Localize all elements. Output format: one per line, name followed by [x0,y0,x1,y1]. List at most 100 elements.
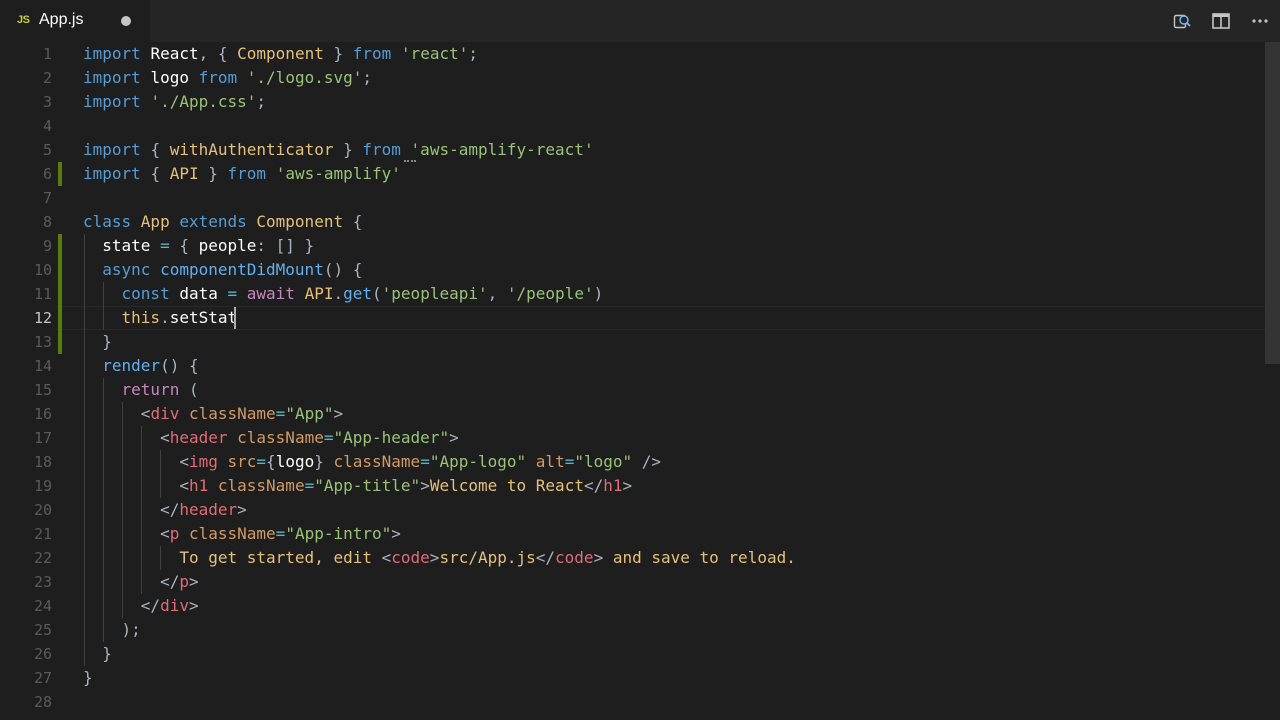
code-line[interactable]: 6 import { API } from 'aws-amplify' [0,162,1265,186]
code-line[interactable]: 9 state = { people: [] } [0,234,1265,258]
code-line[interactable]: 10 async componentDidMount() { [0,258,1265,282]
code-token: state [83,236,161,255]
code-token: React [150,44,199,63]
code-token: { [150,164,170,183]
code-token: src [227,452,257,471]
code-token: componentDidMount [160,260,324,279]
code-editor[interactable]: 1 import React, { Component } from 'react… [0,42,1280,720]
line-number: 3 [42,93,52,111]
code-text: import React, { Component } from 'react'… [83,42,478,66]
code-line[interactable]: 11 const data = await API.get('peopleapi… [0,282,1265,306]
code-token: ( [372,284,382,303]
code-token: '/people' [506,284,594,303]
code-token: className [188,524,276,543]
code-token: withAuthenticator [169,140,334,159]
code-line[interactable]: 23 </p> [0,570,1265,594]
code-line[interactable]: 21 <p className="App-intro"> [0,522,1265,546]
more-actions-icon[interactable] [1250,11,1270,31]
code-token: < [83,452,189,471]
code-line[interactable]: 8 class App extends Component { [0,210,1265,234]
editor-tab-bar: JS App.js [0,0,1280,42]
code-token: img [188,452,228,471]
code-line[interactable]: 12 this.setStat [0,306,1265,330]
code-line[interactable]: 16 <div className="App"> [0,402,1265,426]
code-token: and save to reload. [612,548,796,567]
code-text: async componentDidMount() { [83,258,362,282]
unsaved-changes-dot-icon[interactable] [121,16,131,26]
code-token: < [83,524,170,543]
code-token: </ [535,548,556,567]
code-line[interactable]: 25 ); [0,618,1265,642]
code-token: 'peopleapi' [381,284,488,303]
line-number: 16 [33,405,52,423]
line-number: 5 [42,141,52,159]
scrollbar-thumb[interactable] [1265,42,1280,364]
code-line[interactable]: 19 <h1 className="App-title">Welcome to … [0,474,1265,498]
code-token: < [381,548,392,567]
code-token: p [179,572,189,591]
code-line[interactable]: 7 [0,186,1265,210]
open-changes-icon[interactable] [1172,11,1192,31]
code-line[interactable]: 3 import './App.css'; [0,90,1265,114]
code-token: className [188,404,276,423]
code-line[interactable]: 22 To get started, edit <code>src/App.js… [0,546,1265,570]
line-number: 1 [42,45,52,63]
code-text: ); [83,618,141,642]
code-token: : [] } [256,236,315,255]
code-text: <div className="App"> [83,402,343,426]
line-number: 27 [33,669,52,687]
code-token: './logo.svg' [246,68,363,87]
code-token: ( [188,380,199,399]
code-text: } [83,330,112,354]
code-line[interactable]: 14 render() { [0,354,1265,378]
code-line[interactable]: 27} [0,666,1265,690]
code-token: } [314,452,334,471]
code-token: > [429,548,440,567]
code-line[interactable]: 28 [0,690,1265,714]
line-number: 21 [33,525,52,543]
code-text: state = { people: [] } [83,234,314,258]
line-number: 15 [33,381,52,399]
code-token: const [83,284,180,303]
code-line[interactable]: 18 <img src={logo} className="App-logo" … [0,450,1265,474]
code-line[interactable]: 1 import React, { Component } from 'react… [0,42,1265,66]
line-number: 11 [33,285,52,303]
code-text: import { withAuthenticator } from 'aws-a… [83,138,594,162]
code-token: 'react' [400,44,469,63]
code-text: <h1 className="App-title">Welcome to Rea… [83,474,632,498]
code-text: } [83,642,112,666]
code-line[interactable]: 2 import logo from './logo.svg'; [0,66,1265,90]
code-token: async [83,260,161,279]
code-token: { [343,212,363,231]
code-token: = [256,452,267,471]
code-token: > [237,500,247,519]
code-token: </ [83,596,161,615]
code-token: = [227,284,247,303]
line-number: 12 [33,309,52,327]
line-number: 4 [42,117,52,135]
line-number: 10 [33,261,52,279]
line-number: 17 [33,429,52,447]
code-token: people [198,236,257,255]
code-text: </p> [83,570,199,594]
code-token: header [169,428,238,447]
split-editor-icon[interactable] [1211,11,1231,31]
line-number: 25 [33,621,52,639]
code-line[interactable]: 4 [0,114,1265,138]
code-token: { [150,140,170,159]
code-text: } [83,666,93,690]
code-token: . [333,284,344,303]
code-line[interactable]: 24 </div> [0,594,1265,618]
code-token: = [304,476,315,495]
code-line[interactable]: 15 return ( [0,378,1265,402]
code-line[interactable]: 26 } [0,642,1265,666]
code-token: render [83,356,161,375]
code-token: } [333,140,363,159]
code-line[interactable]: 5 import { withAuthenticator } from 'aws-… [0,138,1265,162]
code-text: import logo from './logo.svg'; [83,66,372,90]
code-line[interactable]: 17 <header className="App-header"> [0,426,1265,450]
code-line[interactable]: 13 } [0,330,1265,354]
code-token: () { [323,260,363,279]
tab-app-js[interactable]: JS App.js [0,0,150,42]
code-line[interactable]: 20 </header> [0,498,1265,522]
